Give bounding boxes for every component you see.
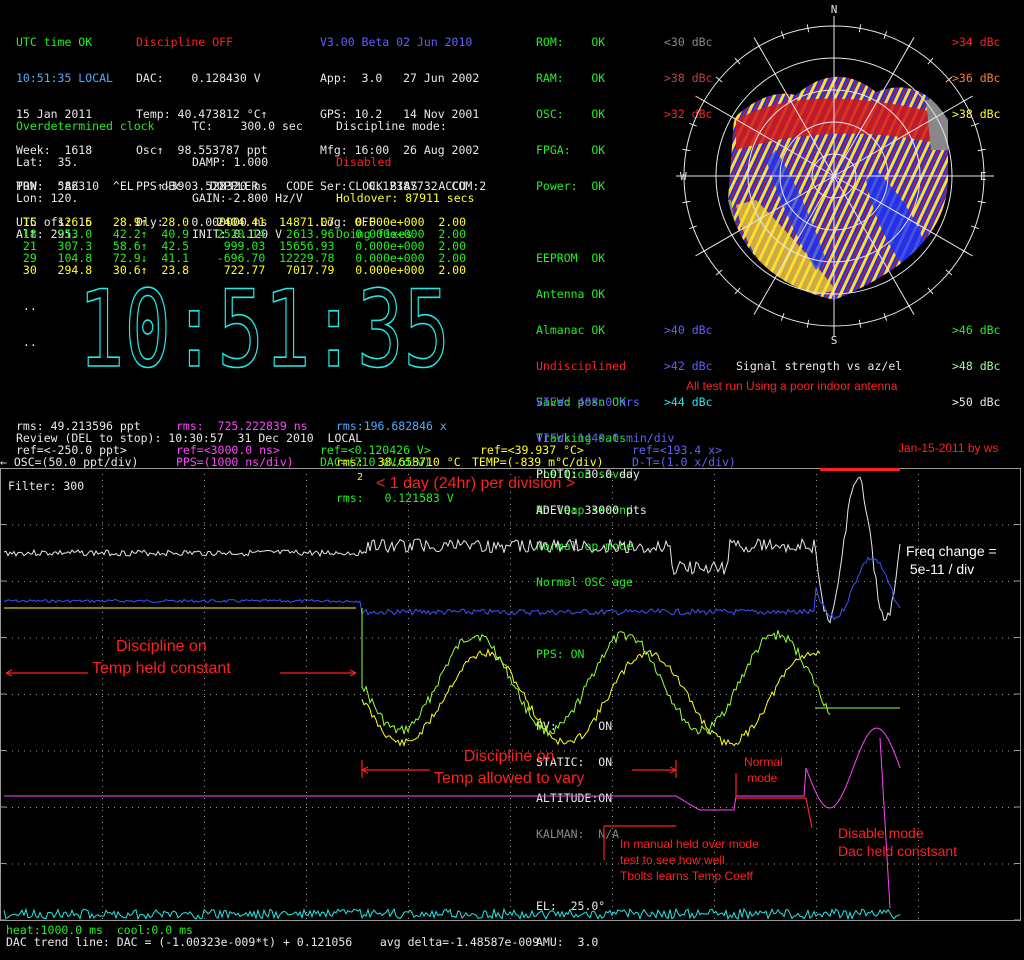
discipline-temp-vary-note: Discipline on Temp allowed to vary — [434, 748, 585, 787]
legend-gt50: >50 dBc — [952, 395, 1001, 409]
discipline-mode-label: Discipline mode: — [336, 119, 447, 133]
discipline-temp-const-note: Discipline on Temp held constant — [92, 638, 231, 677]
eeprom-status: EEPROM OK — [536, 251, 606, 265]
per-division-note: < 1 day (24hr) per division > — [376, 475, 576, 492]
dt-scale: D-T=(1.0 x/div) — [632, 455, 736, 469]
freq-change-note: Freq change = 5e-11 / div — [906, 543, 997, 577]
table-row: 30 294.8 30.6↑ 23.8 722.77 7017.79 0.000… — [16, 263, 467, 277]
dac-value: DAC: 0.128430 V — [136, 71, 261, 85]
strip-chart: 2 — [0, 468, 1021, 921]
ram-status: RAM: OK — [536, 71, 606, 85]
undisciplined-status: Undisciplined — [536, 359, 627, 373]
plot-traces — [3, 476, 901, 921]
north-label: N — [831, 3, 838, 16]
east-label: E — [980, 170, 987, 183]
cursor-marker: 2 — [357, 472, 363, 483]
poor-antenna-note: All test run Using a poor indoor antenna — [686, 379, 898, 393]
osc-status: OSC: OK — [536, 107, 606, 121]
antenna-status: Antenna OK — [536, 287, 606, 301]
time-constant: TC: 300.0 sec — [192, 119, 303, 133]
local-time: 10:51:35 LOCAL — [16, 71, 113, 85]
disable-mode-note: Disable mode Dac held constsant — [838, 825, 958, 859]
utc-time-status: UTC time OK — [16, 35, 93, 49]
clock-mode: Overdetermined clock — [16, 119, 155, 133]
almanac-status: Almanac OK — [536, 323, 606, 337]
rom-status: ROM: OK — [536, 35, 606, 49]
pps-scale: PPS=(1000 ns/div) — [176, 455, 294, 469]
filter-value: Filter: 300 — [8, 479, 85, 493]
app-version: App: 3.0 27 Jun 2002 — [320, 71, 480, 85]
osc-scale: ← OSC=(50.0 ppt/div) — [0, 455, 139, 469]
fpga-status: FPGA: OK — [536, 143, 606, 157]
dt-trace — [3, 556, 901, 621]
west-label: W — [680, 170, 687, 183]
legend-gt48: >48 dBc — [952, 359, 1001, 373]
dac-scale: DAC=(710 uV/div) — [320, 455, 431, 469]
legend-gt42: >42 dBc — [664, 359, 713, 373]
satellite-table-header: PRN ^AZ ^EL dBc DOPPLER CODE CLOCK BIAS … — [16, 179, 467, 193]
discipline-status: Discipline OFF — [136, 35, 233, 49]
sky-signal-map: N S W E — [676, 3, 994, 347]
map-caption: Signal strength vs az/el — [736, 359, 903, 373]
red-marker-bar — [820, 468, 900, 471]
view-hours: VIEW: 408.0 hrs — [536, 395, 640, 409]
normal-mode-note: Normal mode — [744, 755, 783, 785]
annotation-arrows — [5, 669, 813, 860]
pps-drop — [879, 737, 891, 909]
temp-scale: TEMP=(-839 m°C/div) — [472, 455, 604, 469]
heat-trace — [3, 907, 901, 921]
clock-digits: 10:51:35 — [78, 278, 450, 378]
byline: Jan-15-2011 by ws — [898, 441, 999, 455]
power-status: Power: OK — [536, 179, 606, 193]
big-clock: 10:51:35 — [78, 278, 451, 378]
south-label: S — [831, 334, 838, 347]
version: V3.00 Beta 02 Jun 2010 — [320, 35, 473, 49]
dac-trend-line: DAC trend line: DAC = (-1.00323e-009*t) … — [6, 935, 540, 949]
manual-hold-note: In manual held over mode test to see how… — [620, 837, 759, 883]
